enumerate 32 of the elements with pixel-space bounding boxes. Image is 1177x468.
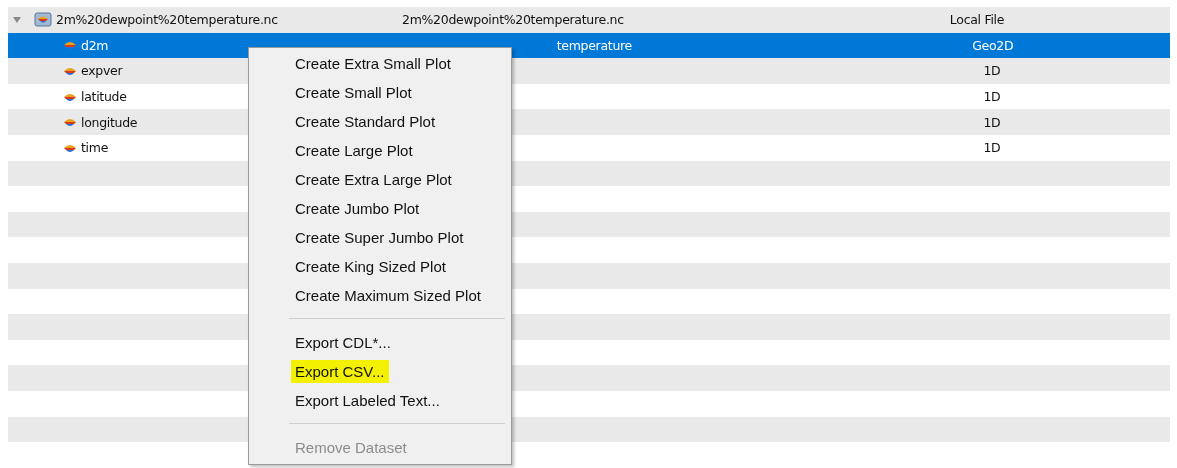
dataset-file-icon [34, 11, 52, 29]
variable-icon [63, 65, 77, 77]
menu-item[interactable]: Create Large Plot [291, 139, 417, 162]
menu-item[interactable]: Create Extra Large Plot [291, 168, 456, 191]
menu-item[interactable]: Create King Sized Plot [291, 255, 450, 278]
item-type: 1D [983, 140, 1001, 156]
item-description: temperature [556, 37, 632, 53]
item-name: time [81, 140, 109, 156]
item-name: d2m [81, 37, 109, 53]
variable-icon [63, 116, 77, 129]
expanded-triangle-icon[interactable] [12, 14, 22, 25]
menu-item: Remove Dataset [294, 438, 408, 458]
item-name: latitude [81, 89, 127, 105]
item-name: 2m%20dewpoint%20temperature.nc [56, 12, 278, 28]
item-name: longitude [81, 114, 138, 130]
menu-item[interactable]: Export CDL*... [291, 331, 395, 354]
menu-item[interactable]: Create Super Jumbo Plot [291, 226, 468, 249]
tree-row[interactable]: 2m%20dewpoint%20temperature.nc 2m%20dewpoint%20temperature.nc Local File [8, 7, 1170, 33]
menu-item[interactable]: Export Labeled Text... [291, 389, 444, 412]
item-type: 1D [983, 63, 1001, 79]
item-type: 1D [983, 114, 1001, 130]
menu-item[interactable]: Create Small Plot [291, 81, 416, 104]
item-type: Geo2D [972, 37, 1014, 53]
menu-item[interactable]: Export CSV... [291, 360, 389, 383]
item-name: expver [81, 63, 123, 79]
item-type: 1D [983, 89, 1001, 105]
item-type: Local File [949, 12, 1005, 28]
menu-item[interactable]: Create Maximum Sized Plot [291, 284, 485, 307]
variable-icon [63, 39, 77, 52]
item-description: 2m%20dewpoint%20temperature.nc [402, 12, 624, 28]
menu-item[interactable]: Create Standard Plot [291, 110, 440, 133]
menu-item[interactable]: Create Jumbo Plot [291, 197, 424, 220]
